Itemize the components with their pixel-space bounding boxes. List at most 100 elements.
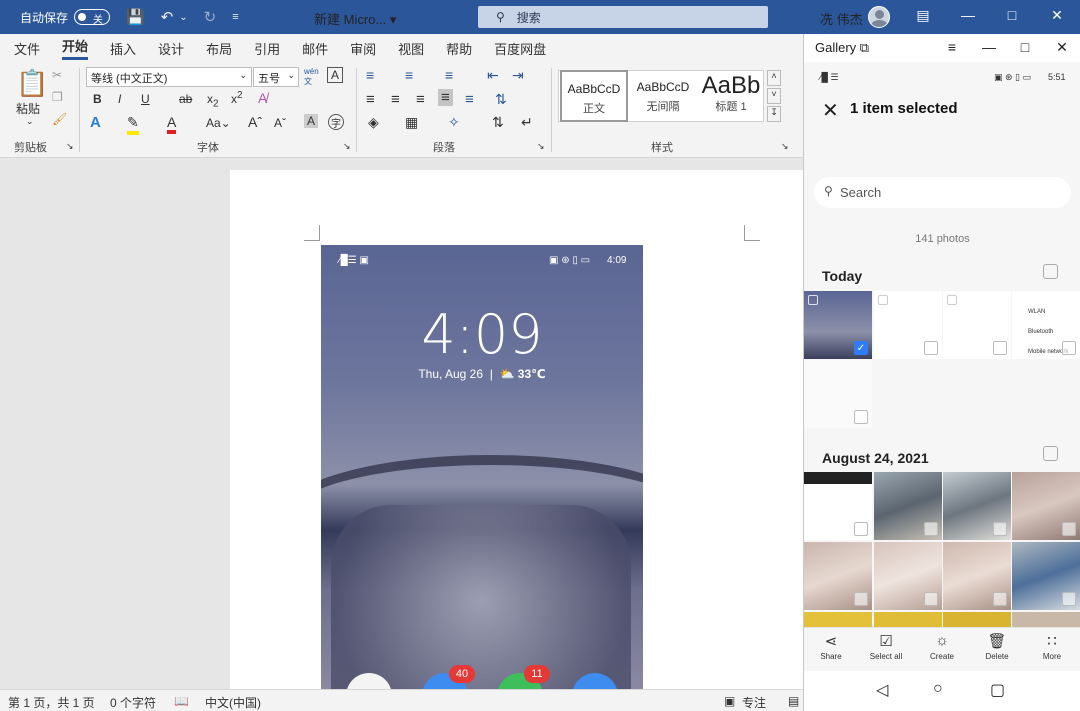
show-marks-icon[interactable]: ↵	[521, 114, 533, 131]
borders-icon[interactable]: ▦	[405, 114, 418, 131]
customize-toolbar-icon[interactable]: ≡	[232, 11, 238, 23]
copy-icon[interactable]: ❐	[52, 90, 63, 104]
tab-layout[interactable]: 布局	[206, 39, 232, 58]
distributed-icon[interactable]: ≡	[465, 91, 474, 108]
tab-references[interactable]: 引用	[254, 39, 280, 58]
close-icon[interactable]: ✕	[1047, 7, 1067, 24]
close-selection-icon[interactable]: ✕	[822, 98, 839, 123]
line-spacing-icon[interactable]: ⇅	[495, 91, 507, 108]
focus-mode-label[interactable]: 专注	[742, 694, 766, 711]
superscript-button[interactable]: x2	[231, 90, 243, 106]
align-left-icon[interactable]: ≡	[366, 91, 375, 108]
gallery-search-input[interactable]: ⚲ Search	[814, 177, 1071, 208]
bullets-icon[interactable]: ≡	[366, 67, 374, 83]
select-section-checkbox[interactable]	[1043, 264, 1058, 279]
gallery-minimize-icon[interactable]: —	[981, 39, 997, 55]
photo-thumbnail[interactable]	[874, 472, 942, 540]
photo-thumbnail[interactable]	[804, 542, 872, 610]
increase-indent-icon[interactable]: ⇥	[512, 67, 524, 84]
grow-font-icon[interactable]: Aˆ	[248, 114, 262, 130]
cut-icon[interactable]: ✂	[52, 68, 62, 82]
undo-icon[interactable]: ↶	[161, 8, 174, 26]
document-page[interactable]: ⁄█☰ ▣ ▣ ⊛ ▯ ▭ 4:09 4:09 Thu, Aug 26 | ⛅ …	[230, 170, 803, 689]
menu-icon[interactable]: ≡	[944, 39, 960, 55]
font-name-combo[interactable]: 等线 (中文正文) ⌄	[86, 67, 252, 87]
underline-button[interactable]: U	[141, 92, 150, 106]
photo-thumbnail[interactable]: ✓	[804, 291, 872, 359]
style-normal[interactable]: AaBbCcD 正文	[560, 70, 628, 122]
maximize-icon[interactable]: □	[1002, 7, 1022, 23]
photo-thumbnail[interactable]	[1012, 612, 1080, 627]
style-heading-1[interactable]: AaBb 标题 1	[697, 70, 765, 122]
paragraph-launcher-icon[interactable]: ↘	[537, 141, 545, 152]
multilevel-list-icon[interactable]: ≡	[445, 67, 453, 83]
photo-thumbnail[interactable]	[804, 360, 872, 428]
recents-icon[interactable]: ▢	[990, 680, 1005, 700]
enclose-characters-icon[interactable]: 字	[328, 114, 344, 130]
tab-design[interactable]: 设计	[158, 39, 184, 58]
home-icon[interactable]: ○	[933, 680, 943, 698]
align-right-icon[interactable]: ≡	[416, 91, 425, 108]
text-effects-icon[interactable]: A	[90, 114, 101, 131]
bold-button[interactable]: B	[93, 92, 102, 106]
photo-checkbox[interactable]	[924, 341, 938, 355]
font-launcher-icon[interactable]: ↘	[343, 141, 351, 152]
user-name[interactable]: 冼 伟杰	[820, 9, 863, 28]
read-mode-icon[interactable]: ▤	[788, 694, 799, 708]
phonetic-guide-icon[interactable]: wén 文	[304, 67, 319, 87]
photo-thumbnail[interactable]	[874, 612, 942, 627]
undo-dropdown-icon[interactable]: ⌄	[179, 12, 187, 23]
shrink-font-icon[interactable]: Aˇ	[274, 116, 286, 130]
delete-button[interactable]: 🗑 Delete	[970, 632, 1024, 661]
focus-icon[interactable]: ▣	[724, 694, 735, 708]
photo-checkbox[interactable]	[993, 522, 1007, 536]
photo-thumbnail[interactable]	[943, 612, 1011, 627]
inserted-phone-screenshot[interactable]: ⁄█☰ ▣ ▣ ⊛ ▯ ▭ 4:09 4:09 Thu, Aug 26 | ⛅ …	[321, 245, 643, 689]
tab-baidu-netdisk[interactable]: 百度网盘	[494, 39, 546, 58]
photo-checkbox[interactable]	[854, 592, 868, 606]
gallery-close-icon[interactable]: ✕	[1054, 39, 1070, 56]
page-count[interactable]: 第 1 页，共 1 页	[8, 694, 95, 711]
search-box[interactable]: ⚲ 搜索	[478, 6, 768, 28]
justify-icon[interactable]: ≡	[438, 89, 453, 106]
style-no-spacing[interactable]: AaBbCcD 无间隔	[629, 70, 697, 122]
photo-checkbox[interactable]	[1062, 522, 1076, 536]
photo-checkbox[interactable]	[924, 592, 938, 606]
styles-up-icon[interactable]: ˄	[767, 70, 781, 86]
photo-thumbnail[interactable]	[804, 612, 872, 627]
photo-checkbox[interactable]	[854, 410, 868, 424]
format-painter-icon[interactable]: 🖌	[52, 112, 67, 126]
styles-more-icon[interactable]: ↧	[767, 106, 781, 122]
character-shading-icon[interactable]: A	[304, 114, 319, 128]
save-icon[interactable]: 💾	[126, 8, 145, 26]
photo-checkbox[interactable]	[993, 341, 1007, 355]
photo-thumbnail[interactable]: WLAN Bluetooth Mobile network	[1012, 291, 1080, 359]
ribbon-display-icon[interactable]: ▤	[913, 7, 933, 24]
photo-thumbnail[interactable]	[943, 472, 1011, 540]
tab-help[interactable]: 帮助	[446, 39, 472, 58]
language-indicator[interactable]: 中文(中国)	[205, 694, 261, 711]
styles-down-icon[interactable]: ˅	[767, 88, 781, 104]
photo-thumbnail[interactable]	[1012, 542, 1080, 610]
highlight-icon[interactable]: ✎	[127, 114, 139, 135]
redo-icon[interactable]: ↻	[204, 8, 217, 26]
numbering-icon[interactable]: ≡	[405, 67, 413, 83]
chinese-layout-icon[interactable]: ✧	[448, 114, 460, 131]
back-icon[interactable]: ◁	[876, 680, 888, 700]
clipboard-launcher-icon[interactable]: ↘	[66, 141, 74, 152]
photo-checkbox[interactable]	[1062, 592, 1076, 606]
avatar[interactable]	[868, 6, 890, 28]
font-color-icon[interactable]: A	[167, 114, 177, 134]
photo-thumbnail[interactable]	[1012, 472, 1080, 540]
select-section-checkbox[interactable]	[1043, 446, 1058, 461]
tab-insert[interactable]: 插入	[110, 39, 136, 58]
photo-checkbox[interactable]	[993, 592, 1007, 606]
photo-thumbnail[interactable]	[943, 542, 1011, 610]
photo-thumbnail[interactable]	[874, 542, 942, 610]
minimize-icon[interactable]: —	[958, 7, 978, 23]
more-button[interactable]: ∷ More	[1025, 632, 1079, 661]
align-center-icon[interactable]: ≡	[391, 91, 400, 108]
photo-checkbox[interactable]	[924, 522, 938, 536]
autosave-toggle[interactable]: 关	[74, 9, 111, 26]
font-size-combo[interactable]: 五号 ⌄	[253, 67, 299, 87]
